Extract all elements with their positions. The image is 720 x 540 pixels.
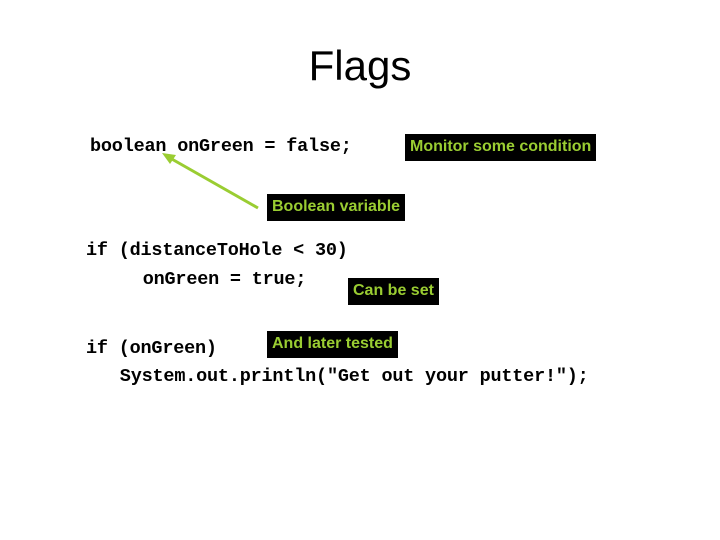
code-if-ongreen: if (onGreen)	[86, 338, 217, 359]
callout-can-be-set: Can be set	[348, 278, 439, 305]
callout-boolean-variable: Boolean variable	[267, 194, 406, 221]
code-if-distance: if (distanceToHole < 30)	[86, 240, 348, 261]
arrow-line	[169, 156, 259, 210]
code-assign-true: onGreen = true;	[110, 269, 307, 290]
code-println: System.out.println("Get out your putter!…	[98, 366, 589, 387]
arrow-icon	[162, 153, 259, 210]
callout-later-tested: And later tested	[267, 331, 398, 358]
